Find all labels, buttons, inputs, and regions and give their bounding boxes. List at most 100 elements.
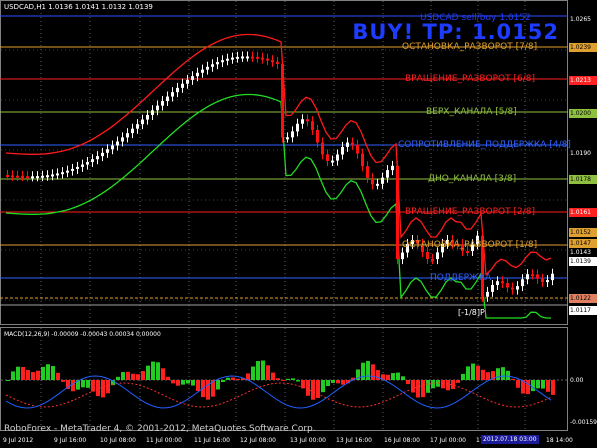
level-label: ПОДДЕРЖКА — [430, 273, 492, 283]
macd-bar — [176, 380, 180, 386]
candle-body — [251, 56, 254, 59]
candle-body — [401, 252, 404, 260]
macd-bar — [226, 377, 230, 380]
macd-bar — [411, 380, 415, 393]
macd-bar — [186, 380, 190, 384]
candle-body — [151, 110, 154, 115]
time-axis-label: 11 Jul 00:00 — [146, 437, 182, 444]
macd-bar — [86, 380, 90, 388]
macd-bar — [221, 380, 225, 382]
candle-body — [496, 281, 499, 285]
macd-bar — [336, 380, 340, 384]
candle-body — [146, 114, 149, 120]
macd-bar — [396, 372, 400, 380]
macd-bar — [431, 380, 435, 389]
macd-bar — [261, 360, 265, 380]
price-axis-label: 1.0265 — [570, 16, 591, 23]
macd-bar — [51, 366, 55, 380]
candle-body — [376, 183, 379, 186]
level-label: ДНО_КАНАЛА [3/8] — [428, 174, 517, 184]
candle-body — [486, 291, 489, 297]
candle-body — [371, 177, 374, 185]
macd-bar — [151, 361, 155, 380]
macd-bar — [156, 362, 160, 380]
candle-body — [501, 281, 504, 284]
macd-bar — [526, 380, 530, 395]
candle-body — [16, 175, 19, 178]
candle-body — [231, 57, 234, 60]
macd-bar — [71, 380, 75, 392]
macd-bar — [36, 370, 40, 380]
macd-bar — [481, 369, 485, 380]
candle-body — [26, 176, 29, 179]
candle-body — [291, 131, 294, 138]
price-axis-label: 1.0178 — [569, 175, 597, 184]
candle-body — [271, 60, 274, 63]
candle-body — [326, 154, 329, 161]
macd-bar — [416, 380, 420, 398]
price-axis-label: 1.0139 — [569, 257, 597, 266]
macd-bar — [536, 380, 540, 389]
candle-body — [126, 133, 129, 138]
candle-body — [11, 175, 14, 178]
macd-axis-min: -0.00159 — [570, 419, 597, 426]
buy-signal-text: BUY! TP: 1.0152 — [352, 20, 559, 44]
candle-body — [196, 72, 199, 77]
candle-body — [66, 170, 69, 173]
macd-bar — [96, 380, 100, 397]
candle-body — [526, 274, 529, 280]
macd-bar — [316, 380, 320, 399]
candle-body — [46, 175, 49, 178]
macd-bar — [166, 376, 170, 380]
macd-bar — [386, 374, 390, 380]
macd-bar — [21, 367, 25, 380]
candle-body — [186, 79, 189, 84]
ma-red-upper — [5, 33, 552, 277]
time-axis-label: 11 Jul 16:00 — [194, 437, 230, 444]
macd-bar — [171, 380, 175, 384]
candle-body — [161, 101, 164, 106]
candle-body — [181, 83, 184, 88]
macd-bar — [506, 370, 510, 380]
macd-bar — [16, 366, 20, 380]
time-axis-label: 10 Jul 08:00 — [100, 437, 136, 444]
candle-body — [536, 274, 539, 279]
macd-bar — [136, 374, 140, 380]
macd-bar — [146, 365, 150, 380]
candle-body — [546, 280, 549, 283]
candle-body — [206, 66, 209, 70]
candle-body — [391, 165, 394, 171]
macd-bar — [551, 380, 555, 395]
symbol-name: USDCAD,H1 — [4, 3, 46, 11]
macd-bar — [231, 377, 235, 380]
level-label: ВРАЩЕНИЕ_РАЗВОРОТ [6/8] — [405, 74, 535, 84]
candle-body — [306, 119, 309, 122]
macd-bar — [486, 372, 490, 380]
candle-body — [101, 152, 104, 157]
candle-body — [341, 146, 344, 155]
candle-body — [71, 168, 74, 171]
candle-body — [511, 287, 514, 290]
macd-bar — [266, 365, 270, 380]
candle-body — [321, 142, 324, 155]
macd-bar — [306, 380, 310, 396]
candle-body — [211, 64, 214, 67]
price-axis-label: 1.0143 — [570, 249, 591, 256]
time-axis-label: 13 Jul 16:00 — [336, 437, 372, 444]
macd-bar — [471, 363, 475, 380]
time-axis-label: 9 Jul 2012 — [3, 437, 34, 444]
candle-body — [31, 176, 34, 179]
macd-bar — [6, 380, 10, 381]
candle-body — [6, 175, 9, 177]
time-axis-label: 9 Jul 16:00 — [54, 437, 87, 444]
chart-canvas[interactable] — [0, 0, 597, 448]
candle-body — [106, 149, 109, 153]
candle-body — [551, 273, 554, 281]
candle-body — [41, 175, 44, 178]
macd-bar — [546, 380, 550, 392]
candle-body — [56, 173, 59, 176]
macd-bar — [46, 364, 50, 380]
candle-body — [266, 58, 269, 61]
candle-body — [96, 156, 99, 160]
macd-bar — [516, 380, 520, 388]
